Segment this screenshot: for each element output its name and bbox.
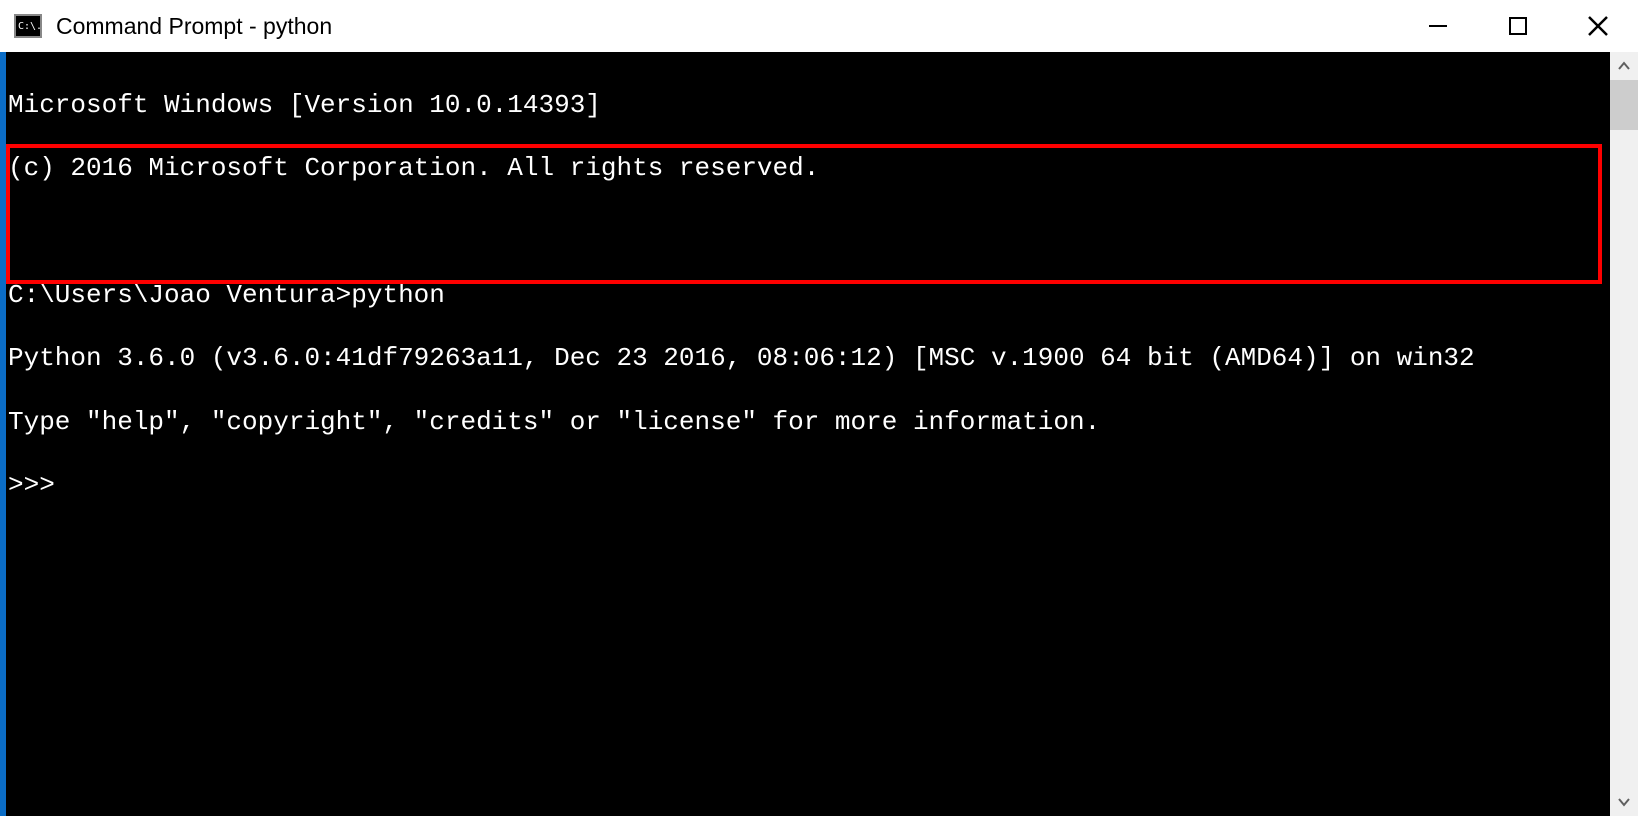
scrollbar-thumb[interactable] [1610, 80, 1638, 130]
cmd-icon-text: C:\. [18, 21, 42, 32]
chevron-up-icon [1617, 59, 1631, 73]
titlebar[interactable]: C:\. Command Prompt - python [0, 0, 1638, 52]
terminal-line: Python 3.6.0 (v3.6.0:41df79263a11, Dec 2… [8, 343, 1608, 375]
minimize-icon [1427, 15, 1449, 37]
terminal-output[interactable]: Microsoft Windows [Version 10.0.14393] (… [6, 52, 1610, 816]
window-title: Command Prompt - python [56, 13, 1398, 40]
terminal-prompt: >>> [8, 470, 1608, 502]
terminal-line: Type "help", "copyright", "credits" or "… [8, 407, 1608, 439]
scroll-down-button[interactable] [1610, 788, 1638, 816]
terminal-line: C:\Users\Joao Ventura>python [8, 280, 1608, 312]
chevron-down-icon [1617, 795, 1631, 809]
scrollbar-track[interactable] [1610, 80, 1638, 788]
scrollbar[interactable] [1610, 52, 1638, 816]
maximize-icon [1508, 16, 1528, 36]
scroll-up-button[interactable] [1610, 52, 1638, 80]
cmd-icon: C:\. [14, 14, 42, 38]
terminal-line: Microsoft Windows [Version 10.0.14393] [8, 90, 1608, 122]
terminal-line: (c) 2016 Microsoft Corporation. All righ… [8, 153, 1608, 185]
maximize-button[interactable] [1478, 0, 1558, 52]
close-button[interactable] [1558, 0, 1638, 52]
window-controls [1398, 0, 1638, 52]
close-icon [1586, 14, 1610, 38]
client-area: Microsoft Windows [Version 10.0.14393] (… [0, 52, 1638, 816]
minimize-button[interactable] [1398, 0, 1478, 52]
terminal-blank [8, 217, 1608, 249]
